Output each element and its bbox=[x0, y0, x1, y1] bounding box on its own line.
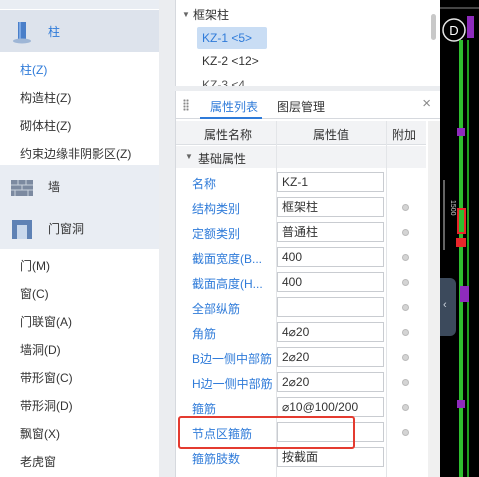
property-name: 箍筋肢数 bbox=[192, 452, 241, 466]
category-column[interactable]: 柱 bbox=[0, 10, 159, 52]
header-property-name: 属性名称 bbox=[204, 128, 253, 142]
sidebar-item-bay-window[interactable]: 飘窗(X) bbox=[20, 425, 60, 442]
property-tabs: 属性列表 图层管理 × bbox=[176, 91, 441, 119]
collapse-arrow-icon: ▼ bbox=[185, 152, 193, 161]
category-door-window-label: 门窗洞 bbox=[48, 221, 85, 236]
property-name: 角筋 bbox=[192, 327, 217, 341]
expand-arrow-icon[interactable]: ▼ bbox=[182, 10, 190, 19]
sidebar-item-column[interactable]: 柱(Z) bbox=[20, 61, 47, 78]
chevron-left-icon: ‹ bbox=[443, 299, 447, 311]
drag-handle-icon[interactable] bbox=[183, 99, 189, 111]
tree-root-label[interactable]: 框架柱 bbox=[193, 6, 229, 23]
dimension-text: 1500 bbox=[449, 200, 456, 216]
tree-item-kz3[interactable]: KZ-3 <4 bbox=[202, 78, 245, 86]
sidebar-top-strip bbox=[0, 0, 159, 9]
property-value-field[interactable]: 4⌀20 bbox=[277, 322, 384, 342]
property-name: 名称 bbox=[192, 177, 217, 191]
tree-item-kz1[interactable]: KZ-1 <5> bbox=[197, 27, 267, 49]
property-name: 定额类别 bbox=[192, 227, 241, 241]
sidebar-item-window[interactable]: 窗(C) bbox=[20, 285, 49, 302]
extra-checkbox[interactable] bbox=[402, 379, 409, 386]
component-tree: ▼ 框架柱 KZ-1 <5> KZ-2 <12> KZ-3 <4 bbox=[175, 0, 440, 86]
extra-checkbox[interactable] bbox=[402, 279, 409, 286]
tab-layer-management[interactable]: 图层管理 bbox=[277, 98, 325, 115]
door-window-icon bbox=[12, 220, 32, 239]
extra-checkbox[interactable] bbox=[402, 329, 409, 336]
column-icon bbox=[13, 22, 31, 44]
property-table-header: 属性名称 属性值 附加 bbox=[176, 121, 426, 145]
property-name: 截面高度(H... bbox=[192, 277, 263, 291]
column-divider bbox=[386, 121, 387, 477]
property-row-section-height: 截面高度(H... 400 bbox=[176, 270, 426, 295]
extra-checkbox[interactable] bbox=[402, 404, 409, 411]
header-extra: 附加 bbox=[392, 128, 417, 142]
property-row-h-side-bar: H边一侧中部筋 2⌀20 bbox=[176, 370, 426, 395]
canvas-collapse-tab[interactable]: ‹ bbox=[440, 278, 456, 336]
sidebar-item-strip-hole[interactable]: 带形洞(D) bbox=[20, 397, 73, 414]
sidebar-item-door-window[interactable]: 门联窗(A) bbox=[20, 313, 72, 330]
property-row-b-side-bar: B边一侧中部筋 2⌀20 bbox=[176, 345, 426, 370]
property-value-field[interactable]: 框架柱 bbox=[277, 197, 384, 217]
active-tab-underline bbox=[200, 117, 262, 119]
sidebar-item-door[interactable]: 门(M) bbox=[20, 257, 50, 274]
property-name: H边一侧中部筋 bbox=[192, 377, 273, 391]
highlight-box bbox=[178, 416, 355, 449]
wall-icon bbox=[11, 180, 33, 196]
property-row-corner-bar: 角筋 4⌀20 bbox=[176, 320, 426, 345]
property-row-quota-type: 定额类别 普通柱 bbox=[176, 220, 426, 245]
sidebar-item-masonry-column[interactable]: 砌体柱(Z) bbox=[20, 117, 71, 134]
property-row-section-width: 截面宽度(B... 400 bbox=[176, 245, 426, 270]
header-property-value: 属性值 bbox=[313, 128, 350, 142]
close-icon[interactable]: × bbox=[422, 95, 431, 112]
sidebar-item-wall-hole[interactable]: 墙洞(D) bbox=[20, 341, 61, 358]
property-name: B边一侧中部筋 bbox=[192, 352, 273, 366]
property-value-field[interactable]: 按截面 bbox=[277, 447, 384, 467]
extra-checkbox[interactable] bbox=[402, 304, 409, 311]
property-value-field[interactable]: 普通柱 bbox=[277, 222, 384, 242]
extra-checkbox[interactable] bbox=[402, 204, 409, 211]
category-wall[interactable]: 墙 bbox=[0, 165, 159, 207]
extra-checkbox[interactable] bbox=[402, 429, 409, 436]
axis-label: D bbox=[449, 23, 458, 38]
extra-checkbox[interactable] bbox=[402, 229, 409, 236]
category-door-window[interactable]: 门窗洞 bbox=[0, 207, 159, 249]
sidebar-item-constructional-column[interactable]: 构造柱(Z) bbox=[20, 89, 71, 106]
sidebar-item-constraint-edge[interactable]: 约束边缘非阴影区(Z) bbox=[20, 145, 131, 162]
extra-checkbox[interactable] bbox=[402, 354, 409, 361]
sidebar-item-strip-window[interactable]: 带形窗(C) bbox=[20, 369, 73, 386]
property-value-field[interactable]: ⌀10@100/200 bbox=[277, 397, 384, 417]
property-row-name: 名称 KZ-1 bbox=[176, 170, 426, 195]
property-value-field[interactable]: 400 bbox=[277, 272, 384, 292]
property-row-structure-type: 结构类别 框架柱 bbox=[176, 195, 426, 220]
property-name: 结构类别 bbox=[192, 202, 241, 216]
property-value-field[interactable] bbox=[277, 297, 384, 317]
property-value-field[interactable]: 2⌀20 bbox=[277, 347, 384, 367]
canvas-drawing: D 1500 bbox=[440, 7, 479, 477]
property-name: 截面宽度(B... bbox=[192, 252, 263, 266]
property-name: 箍筋 bbox=[192, 402, 217, 416]
extra-checkbox[interactable] bbox=[402, 254, 409, 261]
property-value-field[interactable]: 400 bbox=[277, 247, 384, 267]
sidebar-item-dormer[interactable]: 老虎窗 bbox=[20, 453, 56, 470]
property-name: 全部纵筋 bbox=[192, 302, 241, 316]
property-value-field[interactable]: 2⌀20 bbox=[277, 372, 384, 392]
drawing-canvas[interactable]: D 1500 ‹ bbox=[440, 0, 479, 477]
tree-item-kz2[interactable]: KZ-2 <12> bbox=[202, 54, 259, 68]
category-wall-label: 墙 bbox=[48, 179, 61, 194]
category-column-label: 柱 bbox=[48, 24, 61, 39]
property-row-all-longitudinal: 全部纵筋 bbox=[176, 295, 426, 320]
tab-property-list[interactable]: 属性列表 bbox=[210, 98, 258, 115]
tree-scrollbar[interactable] bbox=[431, 14, 436, 40]
group-basic-properties-label: 基础属性 bbox=[198, 152, 247, 166]
group-basic-properties[interactable]: ▼ 基础属性 bbox=[176, 146, 426, 168]
property-value-field[interactable]: KZ-1 bbox=[277, 172, 384, 192]
panel-gap bbox=[159, 0, 175, 477]
component-sidebar: 柱 柱(Z) 构造柱(Z) 砌体柱(Z) 约束边缘非阴影区(Z) 墙 门窗洞 门… bbox=[0, 0, 159, 477]
